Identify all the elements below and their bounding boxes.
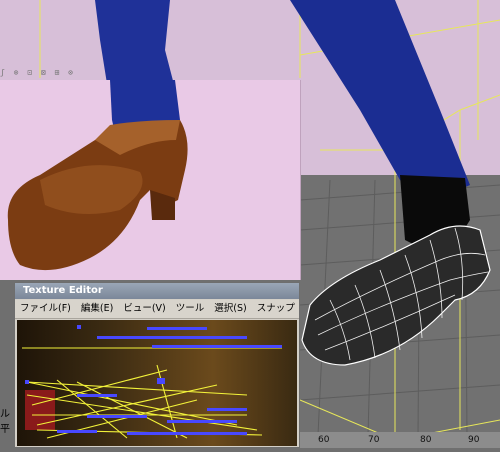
render-preview xyxy=(7,80,188,271)
uv-edges xyxy=(22,347,282,439)
wireframe-shoe-body xyxy=(301,225,491,366)
menu-tools[interactable]: ツール xyxy=(171,300,210,318)
wireframe-shoe xyxy=(301,225,491,366)
texture-editor-menubar: ファイル(F) 編集(E) ビュー(V) ツール 選択(S) スナップ シ xyxy=(15,300,299,319)
texture-editor-title[interactable]: Texture Editor xyxy=(15,283,299,299)
viewport-3d[interactable]: ʃ ⊗ ⊡ ⊠ ⊞ ⊗ ル 平 Texture Editor ファイル(F) 編… xyxy=(0,0,500,448)
render-preview-panel xyxy=(0,80,301,280)
menu-view[interactable]: ビュー(V) xyxy=(118,300,170,318)
side-label-1: ル xyxy=(0,409,10,420)
uv-map xyxy=(22,325,282,439)
viewport-toolbar[interactable]: ʃ ⊗ ⊡ ⊠ ⊞ ⊗ xyxy=(0,68,90,78)
menu-file[interactable]: ファイル(F) xyxy=(15,300,76,318)
menu-edit[interactable]: 編集(E) xyxy=(76,300,118,318)
ruler-tick-1: 60 xyxy=(318,435,330,445)
uv-points xyxy=(25,325,282,435)
texture-editor-window[interactable]: Texture Editor ファイル(F) 編集(E) ビュー(V) ツール … xyxy=(14,282,300,448)
uv-canvas[interactable] xyxy=(17,320,297,446)
ruler-tick-4: 90 xyxy=(468,435,480,445)
ruler-bottom: 60 70 80 90 xyxy=(300,432,500,448)
menu-select[interactable]: 選択(S) xyxy=(209,300,251,318)
menu-snap[interactable]: スナップ xyxy=(252,300,299,318)
side-label-2: 平 xyxy=(0,424,10,435)
ruler-tick-2: 70 xyxy=(368,435,380,445)
ruler-tick-3: 80 xyxy=(420,435,432,445)
